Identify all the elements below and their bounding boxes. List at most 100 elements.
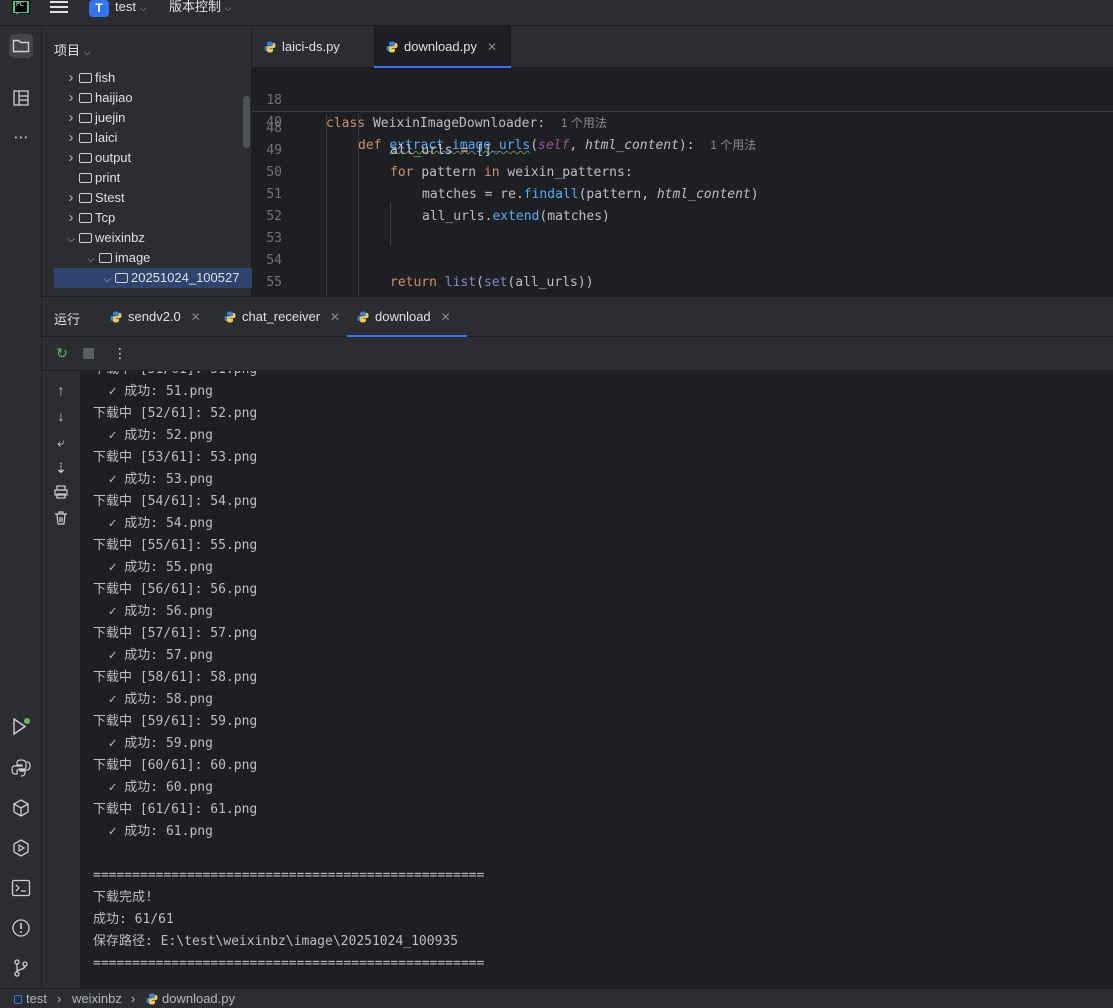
breadcrumb-folder[interactable]: weixinbz <box>72 989 122 1008</box>
trash-icon[interactable] <box>52 511 70 529</box>
tree-item[interactable]: ⌵ weixinbz <box>42 228 242 248</box>
soft-wrap-icon[interactable]: ⤶ <box>52 433 70 451</box>
tree-item[interactable]: › juejin <box>42 108 242 128</box>
scroll-to-end-icon[interactable]: ⇣ <box>52 459 70 477</box>
run-icon[interactable] <box>9 715 33 739</box>
print-icon[interactable] <box>52 485 70 503</box>
line-number: 48 <box>266 121 282 136</box>
arrow-down-icon[interactable]: ↓ <box>52 407 70 425</box>
tree-item[interactable]: ⌵ image <box>42 248 242 268</box>
more-options-icon[interactable]: ⋮ <box>112 345 128 361</box>
console-line: ========================================… <box>93 956 485 971</box>
chevron-right-icon[interactable]: › <box>64 128 78 148</box>
main-menu-icon[interactable] <box>50 1 68 15</box>
chevron-down-icon: ⌵ <box>83 47 91 57</box>
project-badge[interactable]: T <box>89 0 109 17</box>
code-line[interactable]: 52 all_urls.extend(matches) <box>252 206 1113 228</box>
sticky-line[interactable]: 40 def extract_image_urls(self, html_con… <box>252 90 1113 153</box>
more-tools-icon[interactable]: ⋯ <box>9 126 33 150</box>
project-panel-header[interactable]: 项目 ⌵ <box>54 40 90 59</box>
project-panel: 项目 ⌵ › fish › haijiao › juejin › laici › output pr… <box>42 26 254 296</box>
code-line[interactable]: 53 <box>252 228 1113 250</box>
terminal-icon[interactable] <box>9 876 33 900</box>
line-number: 49 <box>266 143 282 158</box>
code-text: matches = re.findall(pattern, html_conte… <box>422 187 759 202</box>
run-console[interactable]: 下载中 [51/61]: 51.png ✓ 成功: 51.png 下载中 [52/… <box>80 371 1113 988</box>
code-text: for pattern in weixin_patterns: <box>390 165 633 180</box>
folder-icon <box>79 133 92 143</box>
tree-item[interactable]: › laici <box>42 128 242 148</box>
rerun-icon[interactable]: ↻ <box>54 345 70 361</box>
line-number: 54 <box>266 253 282 268</box>
tab-laici-ds[interactable]: laici-ds.py <box>252 26 374 68</box>
stop-icon[interactable] <box>80 345 96 361</box>
close-icon[interactable]: ✕ <box>330 310 340 324</box>
project-switcher[interactable]: test ⌵ <box>115 0 146 15</box>
services-icon[interactable] <box>9 836 33 860</box>
chevron-down-icon[interactable]: ⌵ <box>84 250 98 270</box>
tree-item[interactable]: › Tcp <box>42 208 242 228</box>
project-scrollbar[interactable] <box>243 96 250 148</box>
console-line: 下载中 [53/61]: 53.png <box>93 450 258 465</box>
code-line[interactable]: 48 <box>252 118 1113 140</box>
chevron-right-icon[interactable]: › <box>64 68 78 88</box>
chevron-down-icon[interactable]: ⌵ <box>64 230 78 250</box>
chevron-right-icon[interactable]: › <box>64 108 78 128</box>
vcs-widget[interactable]: 版本控制 ⌵ <box>169 0 231 15</box>
console-line: ✓ 成功: 54.png <box>93 516 213 531</box>
python-run-icon <box>357 311 369 323</box>
problems-icon[interactable] <box>9 916 33 940</box>
code-line[interactable]: 55 return list(set(all_urls)) <box>252 272 1113 294</box>
close-icon[interactable]: ✕ <box>487 40 497 54</box>
tree-item[interactable]: › Stest <box>42 188 242 208</box>
console-line: ✓ 成功: 59.png <box>93 736 213 751</box>
chevron-right-icon[interactable]: › <box>64 188 78 208</box>
breadcrumb-project[interactable]: test <box>14 989 47 1008</box>
tree-item[interactable]: › output <box>42 148 242 168</box>
arrow-up-icon[interactable]: ↑ <box>52 381 70 399</box>
folder-icon <box>79 73 92 83</box>
breadcrumb-file[interactable]: download.py <box>146 989 235 1008</box>
run-tab-label: sendv2.0 <box>128 309 181 324</box>
line-number: 52 <box>266 209 282 224</box>
run-tab-sendv2-0[interactable]: sendv2.0 ✕ <box>100 297 210 337</box>
console-line: 下载中 [60/61]: 60.png <box>93 758 258 773</box>
folder-icon <box>79 193 92 203</box>
project-folder-icon[interactable] <box>9 34 33 58</box>
close-icon[interactable]: ✕ <box>441 310 451 324</box>
chevron-right-icon[interactable]: › <box>64 148 78 168</box>
tree-item[interactable]: › fish <box>42 68 242 88</box>
folder-icon <box>79 153 92 163</box>
chevron-right-icon[interactable]: › <box>64 208 78 228</box>
code-line[interactable]: 54 <box>252 250 1113 272</box>
run-tab-download[interactable]: download ✕ <box>347 297 467 337</box>
line-number: 53 <box>266 231 282 246</box>
tree-item-label: print <box>95 170 121 185</box>
vcs-label: 版本控制 <box>169 0 222 14</box>
sticky-line[interactable]: 18 class WeixinImageDownloader: 1 个用法 <box>252 68 1113 131</box>
code-line[interactable]: 51 matches = re.findall(pattern, html_con… <box>252 184 1113 206</box>
run-tab-chat-receiver[interactable]: chat_receiver ✕ <box>214 297 342 337</box>
chevron-down-icon[interactable]: ⌵ <box>100 270 114 290</box>
tree-item[interactable]: › haijiao <box>42 88 242 108</box>
tree-item[interactable]: print <box>42 168 242 188</box>
module-icon <box>14 995 22 1004</box>
chevron-right-icon[interactable]: › <box>64 88 78 108</box>
python-console-icon[interactable] <box>9 756 33 780</box>
pycharm-logo[interactable]: PC _ <box>12 0 30 14</box>
status-bar: test › weixinbz › download.py <box>0 988 1113 1008</box>
run-tool-window-header: 运行 sendv2.0 ✕ chat_receiver ✕ download ✕ <box>42 296 1113 337</box>
python-packages-icon[interactable] <box>9 796 33 820</box>
tree-item[interactable]: ⌵ 20251024_100527 <box>54 268 254 288</box>
tree-item-label: weixinbz <box>95 230 145 245</box>
chevron-down-icon: ⌵ <box>139 3 147 13</box>
close-icon[interactable]: ✕ <box>191 310 201 324</box>
tab-download[interactable]: download.py ✕ <box>374 26 511 68</box>
git-icon[interactable] <box>9 956 33 980</box>
code-line[interactable]: 50 for pattern in weixin_patterns: <box>252 162 1113 184</box>
code-line[interactable]: 49 all_urls = [] <box>252 140 1113 162</box>
code-editor[interactable]: 18 class WeixinImageDownloader: 1 个用法 40… <box>252 68 1113 296</box>
structure-icon[interactable] <box>9 86 33 110</box>
console-line: ✓ 成功: 56.png <box>93 604 213 619</box>
tree-item-label: laici <box>95 130 118 145</box>
